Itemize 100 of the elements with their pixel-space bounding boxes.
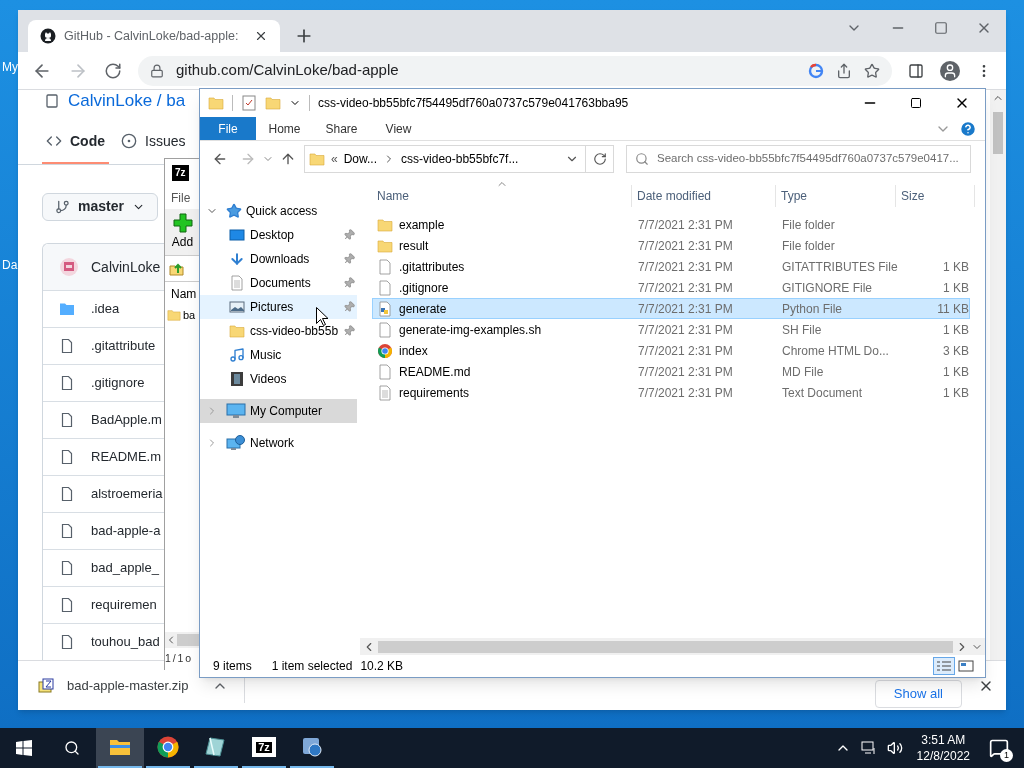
volume-icon[interactable] xyxy=(886,740,903,756)
help-icon[interactable] xyxy=(959,119,977,138)
repo-tab[interactable]: Issues xyxy=(117,130,190,164)
download-icon xyxy=(229,251,245,267)
file-icon xyxy=(377,363,393,380)
back-icon[interactable] xyxy=(212,151,228,167)
nav-item[interactable]: Pictures xyxy=(200,295,357,319)
address-bar[interactable]: « Dow... css-video-bb55bfc7f... xyxy=(304,145,586,173)
file-link[interactable]: .idea xyxy=(91,299,120,319)
nav-item[interactable]: Documents xyxy=(200,271,357,295)
file-link[interactable]: BadApple.m xyxy=(91,410,162,430)
file-link[interactable]: .gitattribute xyxy=(91,336,156,356)
type-cell-text: Chrome HTML Do... xyxy=(781,342,890,360)
view-toggle[interactable] xyxy=(955,657,977,675)
column-header[interactable]: Name xyxy=(360,185,632,207)
file-row[interactable]: .gitattributes 7/7/2021 2:31 PM GITATTRIBUTES File 1 KB xyxy=(372,256,970,277)
menu-item[interactable]: File xyxy=(165,187,200,209)
mouse-pointer-icon xyxy=(316,307,328,326)
download-item[interactable]: bad-apple-master.zip xyxy=(67,675,189,696)
ribbon-tab[interactable]: View xyxy=(370,117,427,140)
desktop-icon xyxy=(229,227,245,243)
clock[interactable]: 3:51 AM 12/8/2022 xyxy=(912,732,974,764)
date-cell-text: 7/7/2021 2:31 PM xyxy=(637,279,734,297)
nav-item[interactable]: My Computer xyxy=(200,399,357,423)
column-header[interactable]: Size xyxy=(896,185,975,207)
properties-icon[interactable] xyxy=(241,95,257,111)
file-row[interactable]: generate-img-examples.sh 7/7/2021 2:31 PM SH File 1 KB xyxy=(372,319,970,340)
view-toggle[interactable] xyxy=(933,657,955,675)
file-row[interactable]: generate 7/7/2021 2:31 PM Python File 11 KB xyxy=(372,298,970,319)
up-icon[interactable] xyxy=(280,151,296,167)
file-icon xyxy=(59,597,75,613)
add-button[interactable]: Add xyxy=(165,209,200,255)
nav-item[interactable]: Downloads xyxy=(200,247,357,271)
taskbar-app[interactable]: 7z xyxy=(240,728,288,768)
browser-tab[interactable]: GitHub - CalvinLoke/bad-apple: xyxy=(28,20,280,52)
column-header[interactable]: Type xyxy=(776,185,896,207)
site-logo-icon xyxy=(40,28,56,44)
film-icon xyxy=(229,371,245,387)
selection-size: 10.2 KB xyxy=(360,658,404,675)
nav-item[interactable]: Music xyxy=(200,343,357,367)
file-row[interactable]: index 7/7/2021 2:31 PM Chrome HTML Do... 3 KB xyxy=(372,340,970,361)
reload-icon[interactable] xyxy=(104,61,122,80)
bookmark-star-icon[interactable] xyxy=(864,62,880,79)
refresh-icon xyxy=(592,152,607,166)
side-panel-icon[interactable] xyxy=(908,62,924,79)
type-cell-text: File folder xyxy=(781,216,836,234)
ribbon-tab[interactable]: Share xyxy=(313,117,370,140)
column-header[interactable]: Date modified xyxy=(632,185,776,207)
network-icon xyxy=(226,435,246,451)
branch-button[interactable]: master xyxy=(42,192,158,221)
lock-icon xyxy=(150,63,164,78)
taskbar-app[interactable] xyxy=(96,728,144,768)
file-row[interactable]: .gitignore 7/7/2021 2:31 PM GITIGNORE File 1 KB xyxy=(372,277,970,298)
profile-icon[interactable] xyxy=(940,60,960,81)
type-cell-text: SH File xyxy=(781,321,823,339)
file-icon xyxy=(59,560,75,576)
close-tab-icon[interactable] xyxy=(254,29,268,43)
file-row[interactable]: example 7/7/2021 2:31 PM File folder xyxy=(372,214,970,235)
ribbon-tab[interactable]: Home xyxy=(256,117,313,140)
file-link[interactable]: bad-apple-a xyxy=(91,521,161,541)
text-file-icon xyxy=(377,384,393,401)
file-row[interactable]: result 7/7/2021 2:31 PM File folder xyxy=(372,235,970,256)
branch-icon xyxy=(55,198,70,215)
size-cell-text: 1 KB xyxy=(942,279,969,297)
nav-item[interactable]: Desktop xyxy=(200,223,357,247)
maximize-icon[interactable] xyxy=(910,97,922,109)
file-icon xyxy=(377,279,393,296)
nav-item[interactable]: Quick access xyxy=(200,199,357,223)
network-icon[interactable] xyxy=(860,740,877,756)
file-link[interactable]: README.m xyxy=(91,447,162,467)
search-field[interactable]: Search css-video-bb55bfc7f54495df760a0737c579e0417... xyxy=(626,145,971,173)
folder-icon xyxy=(377,216,393,233)
file-link[interactable]: touhou_bad xyxy=(91,632,160,652)
nav-item[interactable]: css-video-bb55b xyxy=(200,319,357,343)
file-name: result xyxy=(399,237,429,255)
file-link[interactable]: requiremen xyxy=(91,595,157,615)
new-folder-icon xyxy=(265,95,281,111)
tiles-view-icon xyxy=(958,660,974,672)
file-icon xyxy=(59,412,75,428)
ribbon-tab[interactable]: File xyxy=(200,117,256,140)
file-link[interactable]: .gitignore xyxy=(91,373,145,393)
notifications-button[interactable]: 1 xyxy=(984,733,1014,763)
nav-item[interactable]: Network xyxy=(200,431,357,455)
file-link[interactable]: bad_apple_ xyxy=(91,558,159,578)
size-cell-text: 1 KB xyxy=(942,258,969,276)
date-cell-text: 7/7/2021 2:31 PM xyxy=(637,216,734,234)
repo-heading-link[interactable]: CalvinLoke / ba xyxy=(68,90,186,114)
file-link[interactable]: alstroemeria xyxy=(91,484,163,504)
share-icon[interactable] xyxy=(836,62,852,79)
show-all-button[interactable]: Show all xyxy=(874,679,962,708)
file-row[interactable]: README.md 7/7/2021 2:31 PM MD File 1 KB xyxy=(372,361,970,382)
file-icon xyxy=(377,258,393,275)
type-cell-text: GITATTRIBUTES File xyxy=(781,258,897,276)
repo-tab[interactable]: Code xyxy=(42,130,109,164)
refresh-button[interactable] xyxy=(586,145,614,173)
file-row[interactable]: requirements 7/7/2021 2:31 PM Text Document 1 KB xyxy=(372,382,970,403)
windows-logo-icon xyxy=(16,740,32,756)
list-row[interactable]: ba xyxy=(165,305,200,325)
address-bar[interactable]: github.com/CalvinLoke/bad-apple xyxy=(138,55,892,86)
nav-item[interactable]: Videos xyxy=(200,367,357,391)
